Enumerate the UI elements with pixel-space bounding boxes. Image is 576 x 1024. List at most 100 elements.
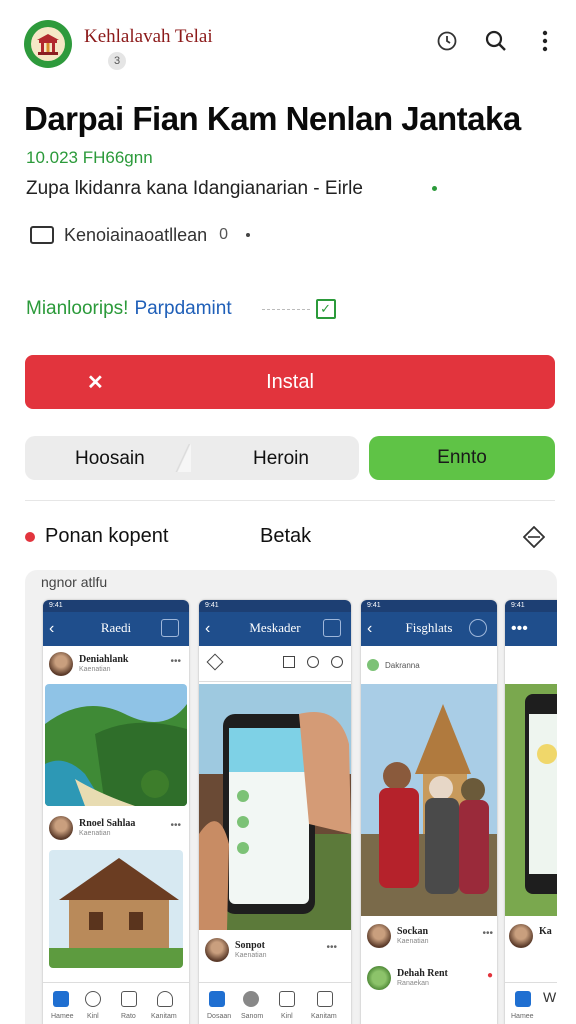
- post-meta: Kaenatian: [79, 666, 111, 673]
- developer-link[interactable]: Parpdamint: [134, 298, 231, 320]
- post-header: Sonpot Kaenatian •••: [205, 938, 341, 964]
- landscape-image: [45, 684, 187, 806]
- app-description: Zupa lkidanra kana Idangianarian - Eirle: [26, 178, 363, 199]
- developer-name[interactable]: Mianloorips!: [26, 298, 128, 320]
- more-icon: •••: [170, 656, 181, 667]
- nav-label: Hamee: [511, 1013, 534, 1020]
- post-header: Ka: [509, 924, 557, 950]
- screen-header: •••: [505, 612, 557, 646]
- divider-dashes: [261, 308, 310, 310]
- action-buttons: Hoosain Heroin Ennto: [25, 436, 555, 480]
- home-icon[interactable]: [209, 991, 225, 1007]
- circle-icon: [331, 656, 343, 668]
- inbox-icon[interactable]: [279, 991, 295, 1007]
- nav-label: Kinl: [281, 1013, 293, 1020]
- post-author: Sonpot: [235, 940, 266, 951]
- back-icon: •••: [511, 620, 528, 637]
- post-header: Sockan Kaenatian •••: [367, 924, 497, 950]
- clock-icon[interactable]: [434, 28, 460, 54]
- more-vertical-icon[interactable]: [532, 28, 558, 54]
- install-button[interactable]: ✕ Instal: [25, 355, 555, 409]
- status-bar: 9:41: [43, 600, 189, 612]
- post-header: Dehah Rent Ranaekan ●: [367, 966, 497, 992]
- info-extra: 0: [219, 226, 229, 243]
- avatar: [509, 924, 533, 948]
- post-meta: Ranaekan: [397, 980, 429, 987]
- bottom-nav: Hamee Kinl Rato Kanitam: [43, 982, 189, 1024]
- notification-icon: ●: [486, 970, 493, 981]
- post-author: Rnoel Sahlaa: [79, 818, 136, 829]
- section-tab[interactable]: Betak: [260, 525, 311, 548]
- circle-icon[interactable]: [243, 991, 259, 1007]
- status-bar: 9:41: [505, 600, 557, 612]
- square-icon: [323, 619, 341, 637]
- cancel-icon: ✕: [87, 372, 104, 394]
- search-icon[interactable]: [483, 28, 509, 54]
- developer-row[interactable]: Mianloorips! Parpdamint ✓: [26, 298, 336, 320]
- status-dot: [432, 186, 437, 191]
- post-author: Sockan: [397, 926, 429, 937]
- screen-toolbar: [199, 646, 351, 682]
- post-author: Ka: [539, 926, 552, 937]
- tool-icon: [206, 653, 224, 671]
- bottom-nav: Dosaan Sanom Kinl Kanitam: [199, 982, 351, 1024]
- screen-header: ‹ Fisghlats: [361, 612, 497, 646]
- search-icon[interactable]: [85, 991, 101, 1007]
- secondary-right-label[interactable]: Heroin: [253, 448, 309, 470]
- nav-label: Sanom: [241, 1013, 264, 1020]
- partial-image: [505, 684, 557, 916]
- inbox-icon[interactable]: [121, 991, 137, 1007]
- gallery-label: ngnor atlfu: [41, 574, 108, 590]
- post-meta: Kaenatian: [235, 952, 267, 959]
- secondary-button-group[interactable]: Hoosain Heroin: [25, 436, 359, 480]
- secondary-left-label[interactable]: Hoosain: [75, 448, 145, 470]
- circle-icon: [469, 619, 487, 637]
- chat-icon[interactable]: [317, 991, 333, 1007]
- screenshot-1[interactable]: 9:41 ‹ Raedi Deniahlank Kaenatian ••• Rn: [43, 600, 189, 1024]
- nav-label: Rato: [121, 1013, 136, 1020]
- avatar: [367, 966, 391, 990]
- screenshot-3[interactable]: 9:41 ‹ Fisghlats Dakranna Sockan Kaenati…: [361, 600, 497, 1024]
- post-header: Rnoel Sahlaa Kaenatian •••: [49, 816, 185, 842]
- separator-dot: [246, 233, 251, 237]
- screen-header: ‹ Raedi: [43, 612, 189, 646]
- search-icon: [307, 656, 319, 668]
- button-separator: [175, 444, 191, 472]
- home-icon[interactable]: [515, 991, 531, 1007]
- app-logo[interactable]: [24, 20, 72, 68]
- screenshot-gallery[interactable]: ngnor atlfu 9:41 ‹ Raedi Deniahlank Kaen…: [25, 570, 557, 1024]
- section-header: Ponan kopent Betak: [25, 522, 555, 552]
- nav-label: Kanitam: [151, 1013, 177, 1020]
- nav-label: W: [543, 989, 557, 1005]
- info-row: Kenoiainaoatllean 0: [30, 222, 251, 248]
- info-text: Kenoiainaoatllean: [64, 224, 208, 245]
- green-button[interactable]: Ennto: [369, 436, 555, 480]
- square-icon: [161, 619, 179, 637]
- avatar: [49, 652, 73, 676]
- grid-icon: [283, 656, 295, 668]
- status-bar: 9:41: [199, 600, 351, 612]
- avatar: [205, 938, 229, 962]
- app-title: Darpai Fian Kam Nenlan Jantaka: [24, 100, 521, 137]
- screen-icon: [30, 226, 54, 244]
- avatar: [49, 816, 73, 840]
- nav-label: Kanitam: [311, 1013, 337, 1020]
- section-title[interactable]: Ponan kopent: [45, 525, 168, 548]
- avatar: [367, 924, 391, 948]
- people-image: [361, 684, 497, 916]
- nav-label: Kinl: [87, 1013, 99, 1020]
- diamond-icon[interactable]: [522, 525, 546, 549]
- more-icon: •••: [170, 820, 181, 831]
- more-icon: •••: [482, 928, 493, 939]
- screenshot-4[interactable]: 9:41 ••• Ka Hamee W: [505, 600, 557, 1024]
- home-icon[interactable]: [53, 991, 69, 1007]
- edit-icon[interactable]: ✓: [315, 299, 336, 319]
- nav-label: Dosaan: [207, 1013, 232, 1020]
- bottom-nav: Hamee W: [505, 982, 557, 1024]
- profile-icon[interactable]: [157, 991, 173, 1007]
- red-dot-icon: [25, 532, 35, 542]
- nav-label: Hamee: [51, 1013, 74, 1020]
- chip: Dakranna: [367, 656, 420, 674]
- app-version: 10.023 FH66gnn: [26, 148, 153, 167]
- screenshot-2[interactable]: 9:41 ‹ Meskader Sonpot Kaenatian ••• Dos…: [199, 600, 351, 1024]
